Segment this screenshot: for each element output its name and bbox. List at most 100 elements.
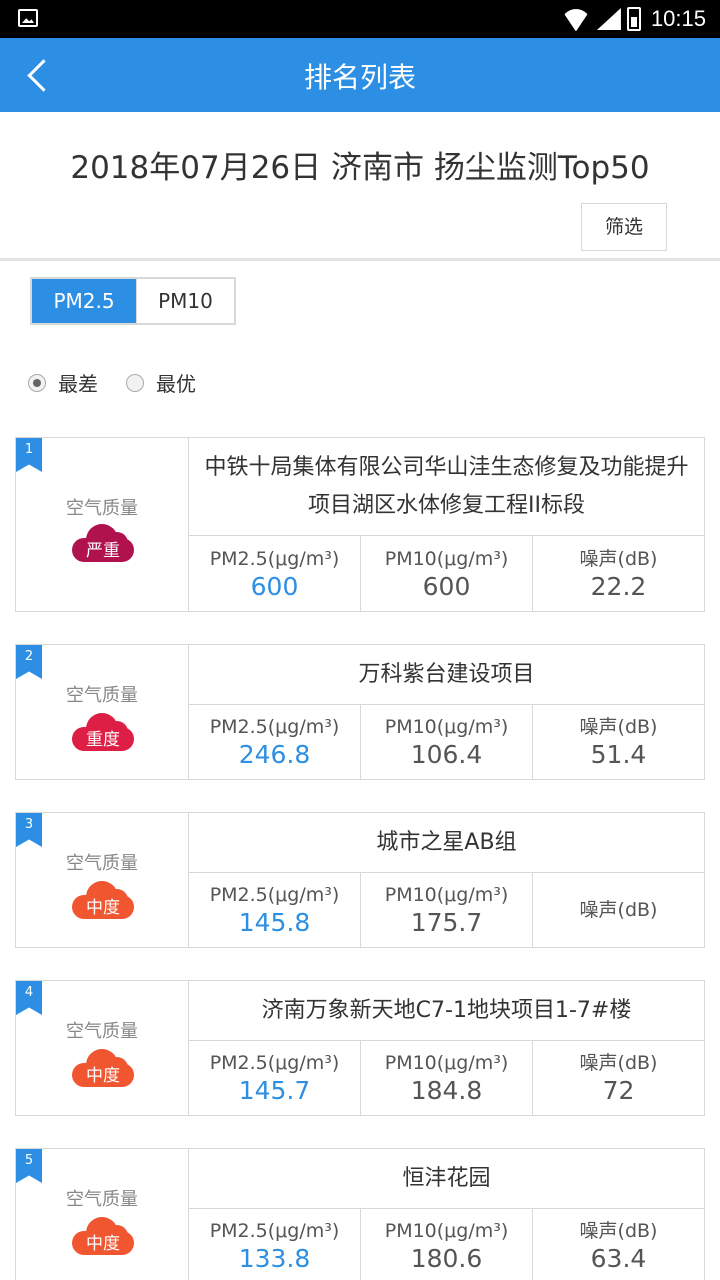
metric-noise: 噪声(dB) 72: [533, 1041, 704, 1115]
metric-pm25: PM2.5(μg/m³) 600: [189, 536, 361, 611]
cloud-level-icon: 中度: [72, 1049, 134, 1087]
aqi-level-text: 重度: [86, 730, 120, 750]
ranking-card[interactable]: 4 空气质量 中度 济南万象新天地C7-1地块项目1-7#楼 PM2.5(μg/…: [15, 980, 705, 1116]
noise-value: 22.2: [590, 571, 647, 601]
metric-pm25: PM2.5(μg/m³) 145.7: [189, 1041, 361, 1115]
status-bar: 10:15: [0, 0, 720, 38]
noise-label: 噪声(dB): [579, 899, 658, 921]
air-quality-label: 空气质量: [66, 1021, 138, 1042]
aqi-level-text: 中度: [86, 1066, 120, 1086]
ranking-card[interactable]: 1 空气质量 严重 中铁十局集体有限公司华山洼生态修复及功能提升项目湖区水体修复…: [15, 437, 705, 612]
site-name: 城市之星AB组: [189, 813, 704, 873]
pm10-label: PM10(μg/m³): [384, 1052, 509, 1074]
site-name: 中铁十局集体有限公司华山洼生态修复及功能提升项目湖区水体修复工程II标段: [189, 438, 704, 536]
metric-pm10: PM10(μg/m³) 184.8: [361, 1041, 533, 1115]
radio-worst[interactable]: 最差: [28, 368, 98, 397]
noise-value: 63.4: [590, 1244, 647, 1273]
pm25-label: PM2.5(μg/m³): [209, 884, 340, 906]
pm10-label: PM10(μg/m³): [384, 1220, 509, 1242]
radio-unchecked-icon: [126, 373, 144, 392]
ranking-card[interactable]: 2 空气质量 重度 万科紫台建设项目 PM2.5(μg/m³) 246.8 PM…: [15, 644, 705, 780]
metric-pm25: PM2.5(μg/m³) 145.8: [189, 873, 361, 947]
radio-best-label: 最优: [156, 372, 196, 396]
metric-pm10: PM10(μg/m³) 600: [361, 536, 533, 611]
metric-pm25: PM2.5(μg/m³) 133.8: [189, 1209, 361, 1280]
app-bar: 排名列表: [0, 38, 720, 112]
air-quality-cell: 4 空气质量 中度: [16, 981, 189, 1115]
pm10-label: PM10(μg/m³): [384, 547, 509, 570]
ranking-card[interactable]: 3 空气质量 中度 城市之星AB组 PM2.5(μg/m³) 145.8 PM1…: [15, 812, 705, 948]
metric-pm25: PM2.5(μg/m³) 246.8: [189, 705, 361, 779]
tab-pm10[interactable]: PM10: [136, 279, 234, 323]
pm25-value: 145.7: [238, 1076, 311, 1105]
metric-noise: 噪声(dB) 63.4: [533, 1209, 704, 1280]
pm10-value: 180.6: [410, 1244, 483, 1273]
aqi-level-text: 中度: [86, 898, 120, 918]
air-quality-label: 空气质量: [66, 498, 138, 519]
pm10-value: 175.7: [410, 908, 483, 937]
air-quality-label: 空气质量: [66, 1189, 138, 1210]
pm10-label: PM10(μg/m³): [384, 716, 509, 738]
cloud-level-icon: 重度: [72, 713, 134, 751]
metric-pm10: PM10(μg/m³) 106.4: [361, 705, 533, 779]
pm25-label: PM2.5(μg/m³): [209, 1220, 340, 1242]
pm25-label: PM2.5(μg/m³): [209, 716, 340, 738]
divider: [0, 258, 720, 261]
metric-pm10: PM10(μg/m³) 175.7: [361, 873, 533, 947]
metric-pm10: PM10(μg/m³) 180.6: [361, 1209, 533, 1280]
air-quality-cell: 1 空气质量 严重: [16, 438, 189, 611]
status-time: 10:15: [650, 6, 706, 31]
cloud-level-icon: 中度: [72, 1217, 134, 1255]
signal-icon: [596, 8, 621, 30]
report-heading: 2018年07月26日 济南市 扬尘监测Top50: [70, 150, 650, 186]
battery-icon: [626, 7, 641, 31]
wifi-icon: [561, 7, 591, 31]
air-quality-cell: 3 空气质量 中度: [16, 813, 189, 947]
rank-badge: 1: [16, 438, 42, 472]
site-name: 万科紫台建设项目: [189, 645, 704, 705]
pm25-label: PM2.5(μg/m³): [209, 547, 340, 570]
pm10-value: 184.8: [410, 1076, 483, 1105]
pm25-value: 145.8: [238, 908, 311, 937]
pm25-label: PM2.5(μg/m³): [209, 1052, 340, 1074]
pm10-value: 600: [422, 571, 471, 601]
ranking-card[interactable]: 5 空气质量 中度 恒沣花园 PM2.5(μg/m³) 133.8 PM10(μ…: [15, 1148, 705, 1280]
rank-badge: 5: [16, 1149, 42, 1183]
aqi-level-text: 中度: [86, 1234, 120, 1254]
cloud-level-icon: 中度: [72, 881, 134, 919]
cloud-level-icon: 严重: [72, 524, 134, 562]
pm10-value: 106.4: [410, 740, 483, 769]
radio-best[interactable]: 最优: [126, 368, 196, 397]
tab-pm25[interactable]: PM2.5: [32, 279, 136, 323]
pm25-value: 246.8: [238, 740, 311, 769]
rank-badge: 4: [16, 981, 42, 1015]
air-quality-cell: 5 空气质量 中度: [16, 1149, 189, 1280]
image-icon: [18, 9, 38, 27]
pm25-value: 133.8: [238, 1244, 311, 1273]
sort-radio-group: 最差 最优: [28, 368, 224, 397]
noise-value: 51.4: [590, 740, 647, 769]
radio-worst-label: 最差: [58, 372, 98, 396]
pollutant-tabs: PM2.5 PM10: [30, 277, 236, 325]
air-quality-label: 空气质量: [66, 853, 138, 874]
radio-checked-icon: [28, 373, 46, 392]
page-title: 排名列表: [303, 61, 416, 94]
metric-noise: 噪声(dB) 22.2: [533, 536, 704, 611]
rank-badge: 3: [16, 813, 42, 847]
aqi-level-text: 严重: [86, 541, 120, 561]
rank-badge: 2: [16, 645, 42, 679]
pm10-label: PM10(μg/m³): [384, 884, 509, 906]
ranking-list: 1 空气质量 严重 中铁十局集体有限公司华山洼生态修复及功能提升项目湖区水体修复…: [15, 437, 705, 1280]
air-quality-cell: 2 空气质量 重度: [16, 645, 189, 779]
noise-label: 噪声(dB): [579, 1052, 658, 1074]
filter-button[interactable]: 筛选: [581, 203, 667, 251]
site-name: 恒沣花园: [189, 1149, 704, 1209]
air-quality-label: 空气质量: [66, 685, 138, 706]
metric-noise: 噪声(dB): [533, 873, 704, 947]
noise-label: 噪声(dB): [579, 547, 658, 570]
pm25-value: 600: [250, 571, 299, 601]
noise-label: 噪声(dB): [579, 716, 658, 738]
noise-value: 72: [602, 1076, 635, 1105]
metric-noise: 噪声(dB) 51.4: [533, 705, 704, 779]
noise-label: 噪声(dB): [579, 1220, 658, 1242]
